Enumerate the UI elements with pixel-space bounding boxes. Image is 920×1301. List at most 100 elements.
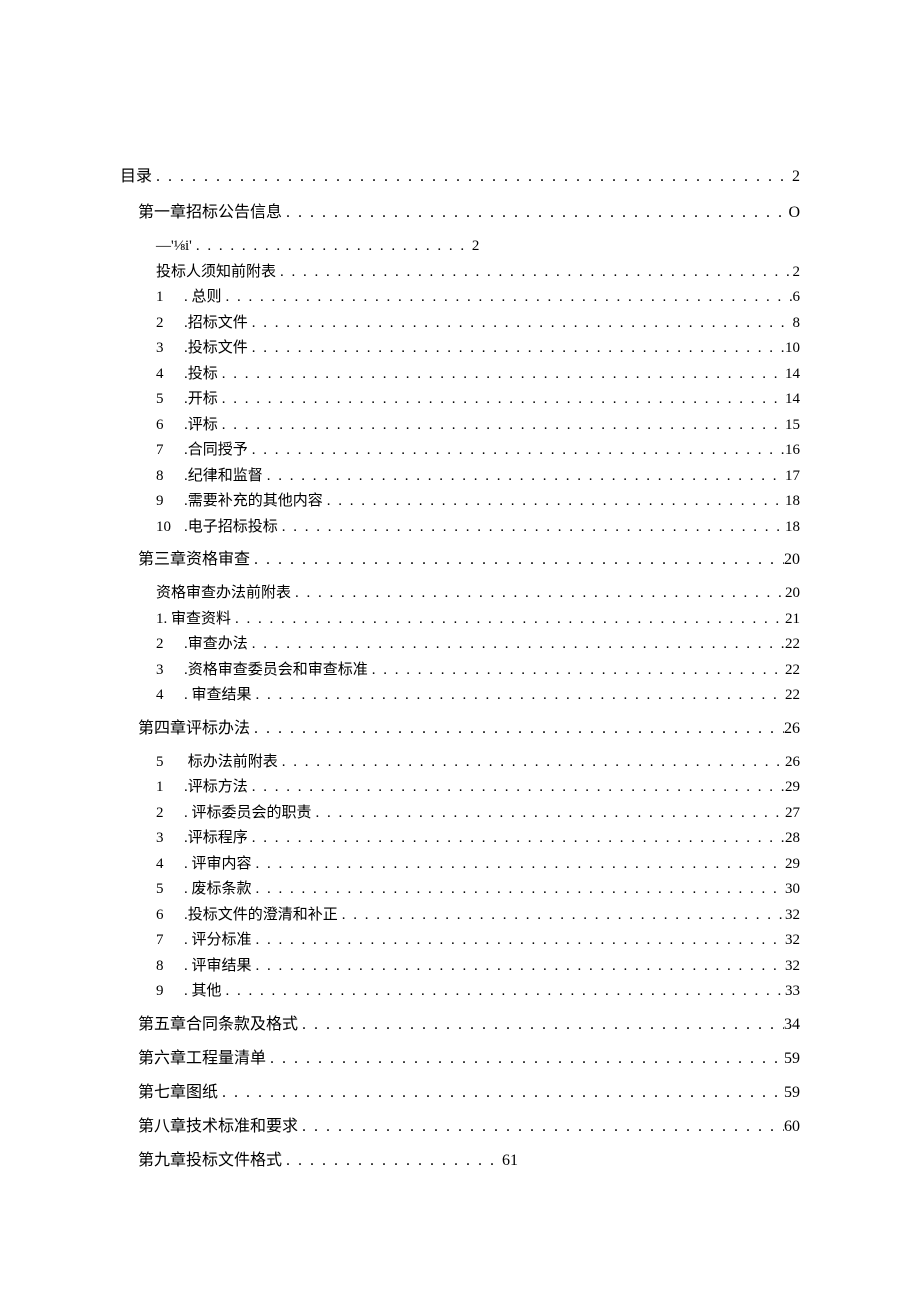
toc-text: . 审查结果 <box>184 687 252 703</box>
toc-entry: 第六章工程量清单59 <box>138 1047 800 1071</box>
toc-text: .电子招标投标 <box>184 519 278 535</box>
toc-number: 7 <box>156 929 184 952</box>
toc-number: 3 <box>156 827 184 850</box>
toc-entry: 2.审查办法22 <box>156 633 800 656</box>
toc-label: 第三章资格审查 <box>138 548 250 572</box>
toc-text: .需要补充的其他内容 <box>184 493 323 509</box>
toc-dots <box>338 904 785 927</box>
toc-label: 3.资格审查委员会和审查标准 <box>156 659 368 682</box>
toc-number: 6 <box>156 414 184 437</box>
toc-text: .投标 <box>184 366 218 382</box>
toc-dots <box>222 980 785 1003</box>
toc-label: 8.纪律和监督 <box>156 465 263 488</box>
toc-dots <box>222 286 793 309</box>
toc-dots <box>278 751 785 774</box>
toc-dots <box>152 165 792 189</box>
toc-text: . 废标条款 <box>184 881 252 897</box>
toc-page: 2 <box>793 261 801 284</box>
toc-dots <box>248 633 785 656</box>
toc-entry: 9. 其他33 <box>156 980 800 1003</box>
toc-dots <box>231 608 785 631</box>
toc-page: 26 <box>784 717 800 741</box>
toc-entry: 5.开标14 <box>156 388 800 411</box>
toc-dots <box>323 490 785 513</box>
toc-number: 2 <box>156 633 184 656</box>
toc-entry: 6.评标15 <box>156 414 800 437</box>
toc-label: 第一章招标公告信息 <box>138 201 282 225</box>
toc-page: 29 <box>785 776 800 799</box>
toc-entry: 1. 审查资料21 <box>156 608 800 631</box>
toc-number: 2 <box>156 312 184 335</box>
toc-label: 目录 <box>120 165 152 189</box>
toc-page: 26 <box>785 751 800 774</box>
toc-label: 投标人须知前附表 <box>156 261 276 284</box>
toc-number: 3 <box>156 337 184 360</box>
toc-page: 20 <box>785 582 800 605</box>
toc-dots <box>252 684 785 707</box>
toc-entry: 资格审查办法前附表20 <box>156 582 800 605</box>
toc-dots <box>250 717 784 741</box>
toc-number: 4 <box>156 363 184 386</box>
toc-dots <box>192 235 472 258</box>
toc-page: 27 <box>785 802 800 825</box>
toc-entry: 10.电子招标投标18 <box>156 516 800 539</box>
toc-entry: 第七章图纸59 <box>138 1081 800 1105</box>
toc-label: 4.投标 <box>156 363 218 386</box>
toc-label: 7.合同授予 <box>156 439 248 462</box>
toc-page: 29 <box>785 853 800 876</box>
toc-text: .评标程序 <box>184 830 248 846</box>
toc-page: 32 <box>785 955 800 978</box>
toc-label: 4. 评审内容 <box>156 853 252 876</box>
toc-page: 2 <box>792 165 800 189</box>
toc-page: 28 <box>785 827 800 850</box>
toc-label: 2.审查办法 <box>156 633 248 656</box>
toc-dots <box>282 201 788 225</box>
toc-entry: 第三章资格审查20 <box>138 548 800 572</box>
toc-dots <box>291 582 785 605</box>
toc-entry: 4. 审查结果22 <box>156 684 800 707</box>
toc-text: . 其他 <box>184 983 222 999</box>
toc-entry: 6.投标文件的澄清和补正 32 <box>156 904 800 927</box>
toc-text: .评标 <box>184 417 218 433</box>
toc-page: 33 <box>785 980 800 1003</box>
toc-dots <box>252 929 785 952</box>
toc-dots <box>368 659 785 682</box>
toc-entry: 3.资格审查委员会和审查标准 22 <box>156 659 800 682</box>
toc-number: 5 <box>156 388 184 411</box>
toc-text: .招标文件 <box>184 315 248 331</box>
toc-entry: 第四章评标办法26 <box>138 717 800 741</box>
toc-label: 第六章工程量清单 <box>138 1047 266 1071</box>
toc-text: .资格审查委员会和审查标准 <box>184 662 368 678</box>
toc-page: 22 <box>785 659 800 682</box>
toc-entry: 7.合同授予16 <box>156 439 800 462</box>
toc-text: .投标文件的澄清和补正 <box>184 907 338 923</box>
toc-page: 32 <box>785 929 800 952</box>
toc-text: .投标文件 <box>184 340 248 356</box>
toc-number: 9 <box>156 490 184 513</box>
toc-dots <box>218 1081 784 1105</box>
toc-label: 3.投标文件 <box>156 337 248 360</box>
toc-label: 5 标办法前附表 <box>156 751 278 774</box>
toc-page: 21 <box>785 608 800 631</box>
toc-dots <box>252 955 785 978</box>
toc-page: 32 <box>785 904 800 927</box>
toc-dots <box>250 548 784 572</box>
toc-text: .合同授予 <box>184 442 248 458</box>
toc-entry: 1.评标方法29 <box>156 776 800 799</box>
toc-label: 第八章技术标准和要求 <box>138 1115 298 1139</box>
toc-number: 6 <box>156 904 184 927</box>
toc-entry: —'⅛i'2 <box>156 235 800 258</box>
toc-label: 10.电子招标投标 <box>156 516 278 539</box>
toc-dots <box>298 1013 784 1037</box>
toc-number: 4 <box>156 684 184 707</box>
toc-label: 1. 总则 <box>156 286 222 309</box>
toc-label: 2. 评标委员会的职责 <box>156 802 312 825</box>
toc-text: . 评标委员会的职责 <box>184 805 312 821</box>
toc-label: 2.招标文件 <box>156 312 248 335</box>
toc-page: 61 <box>502 1149 518 1173</box>
toc-entry: 9.需要补充的其他内容18 <box>156 490 800 513</box>
toc-page: 60 <box>784 1115 800 1139</box>
toc-number: 8 <box>156 955 184 978</box>
toc-dots <box>218 363 785 386</box>
toc-dots <box>248 312 793 335</box>
